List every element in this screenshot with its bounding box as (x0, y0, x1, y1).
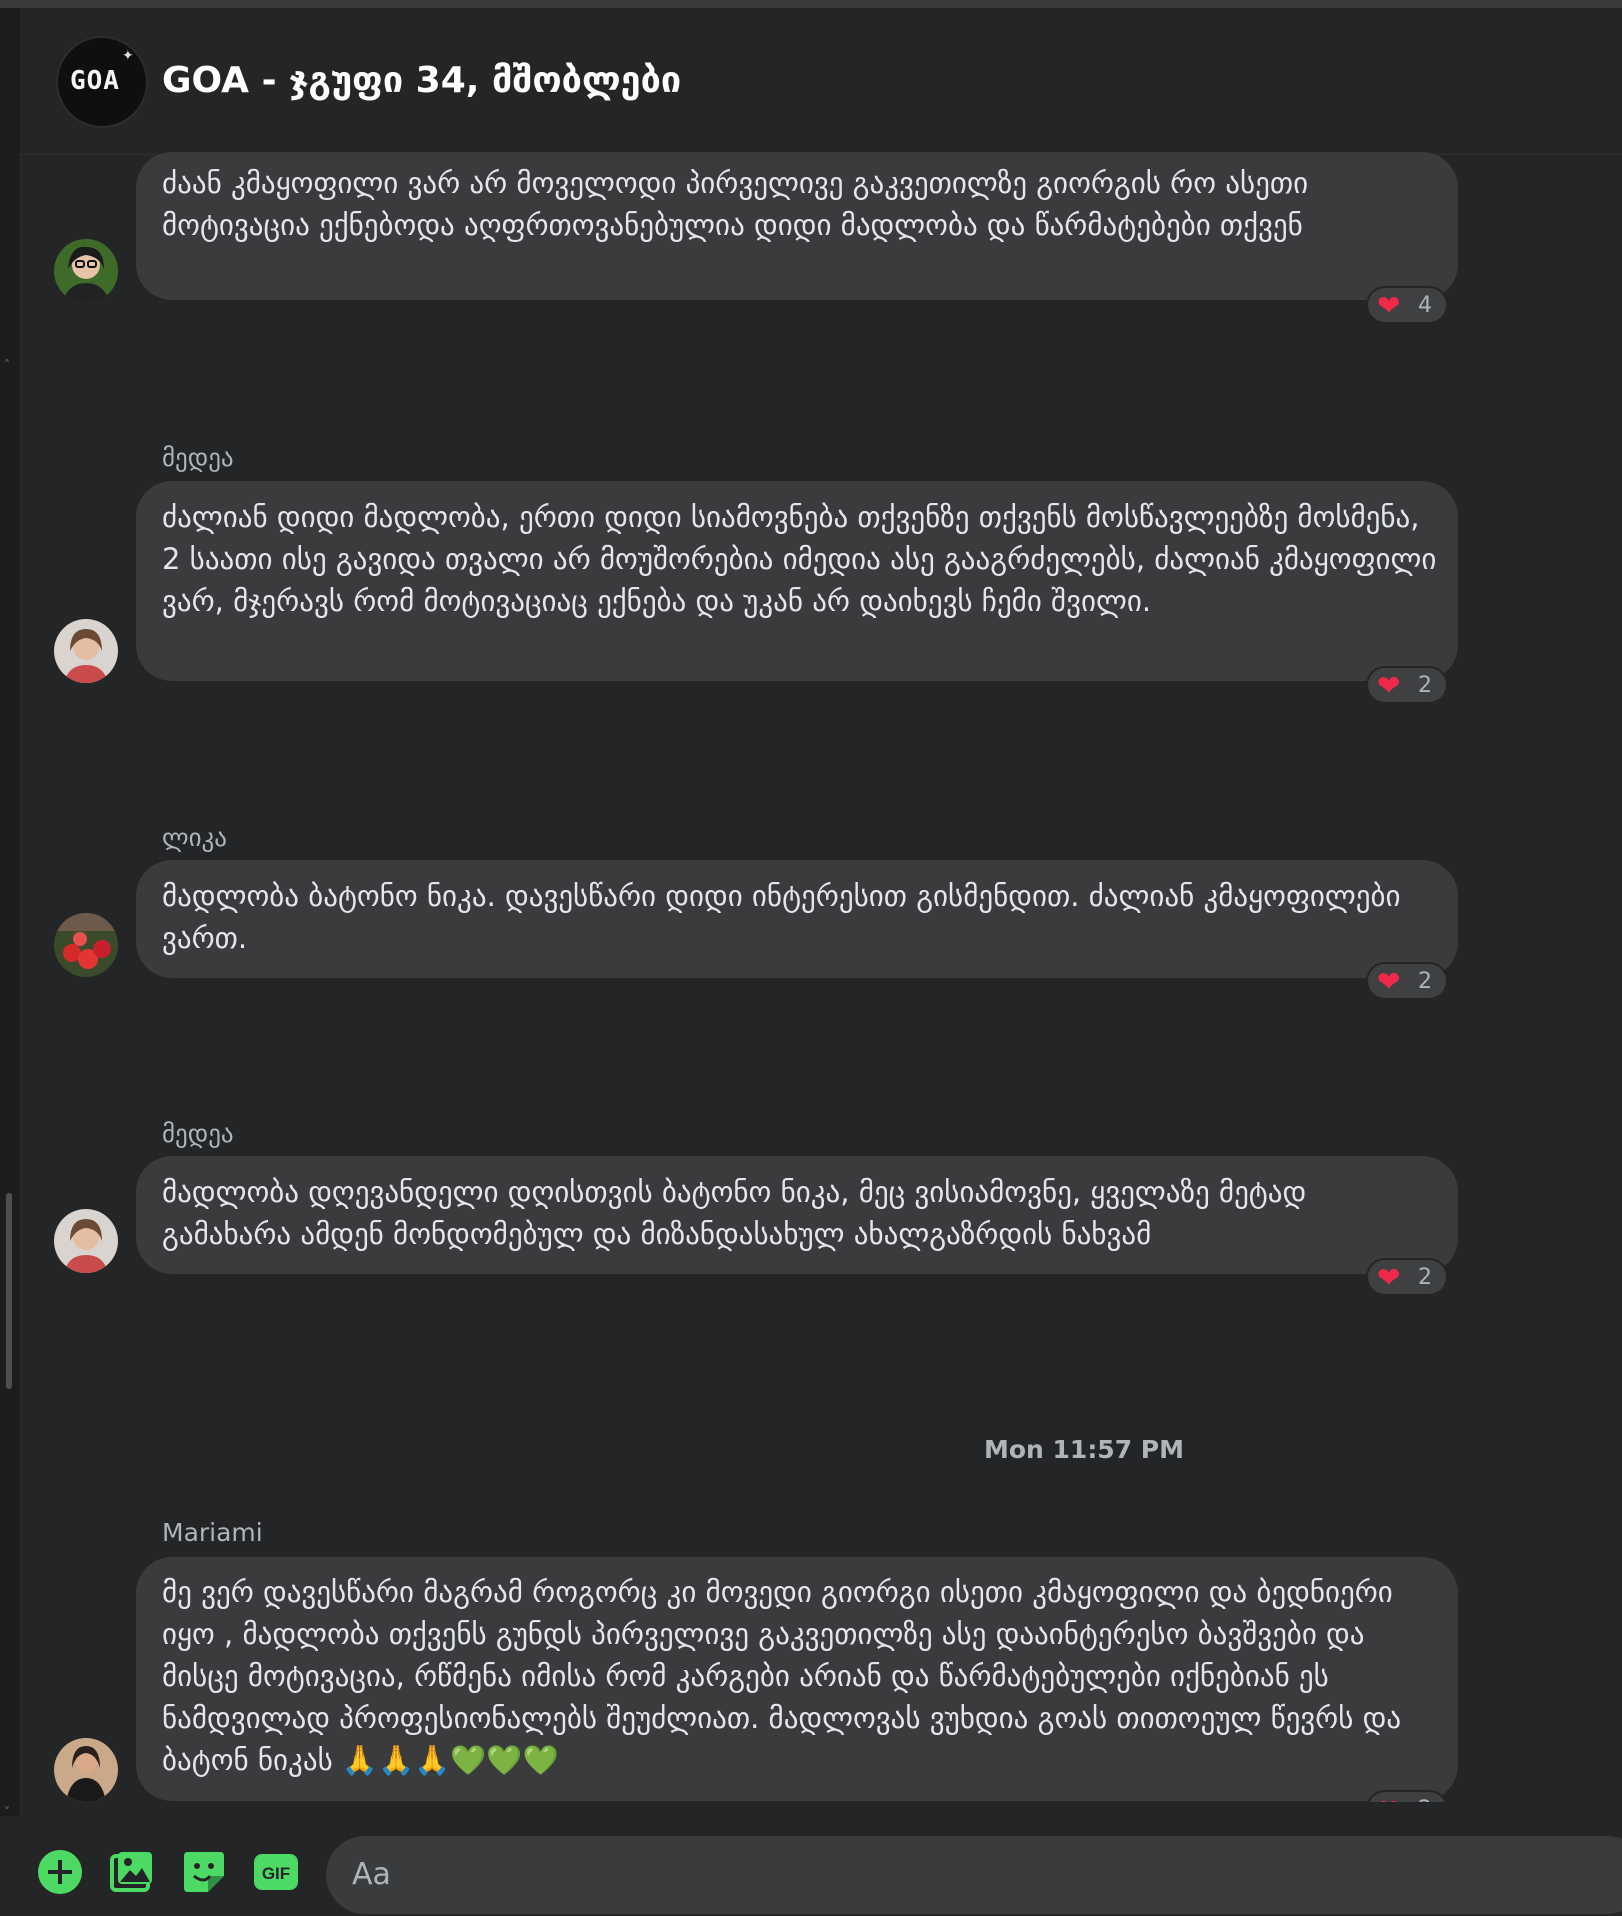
sender-name: მედეა (162, 443, 234, 472)
message-text: მე ვერ დავესწარი მაგრამ როგორც კი მოვედი… (162, 1575, 1402, 1777)
message-bubble[interactable]: მადლობა ბატონო ნიკა. დავესწარი დიდი ინტე… (136, 860, 1458, 978)
left-scroll-rail: ˄ ˅ (0, 8, 21, 1819)
sticker-icon[interactable] (180, 1848, 228, 1896)
reaction-badge[interactable]: ❤ 2 (1366, 1258, 1448, 1296)
avatar[interactable] (54, 1738, 118, 1802)
sender-name: Mariami (162, 1518, 263, 1547)
reaction-count: 2 (1418, 1265, 1432, 1290)
message-composer: GIF Aa (0, 1816, 1622, 1916)
avatar[interactable] (54, 913, 118, 977)
gif-icon[interactable]: GIF (252, 1848, 300, 1896)
heart-icon: ❤ (1377, 965, 1401, 998)
chat-header: GOA ✦ GOA - ჯგუფი 34, მშობლები (20, 8, 1622, 155)
scrollbar-thumb[interactable] (6, 1193, 12, 1389)
scroll-up-arrow-icon[interactable]: ˄ (4, 358, 10, 372)
message-input-placeholder: Aa (352, 1857, 391, 1892)
message-input[interactable]: Aa (326, 1836, 1622, 1914)
heart-icon: ❤ (1377, 289, 1401, 322)
sender-name: ლიკა (162, 823, 228, 852)
reaction-count: 2 (1418, 1797, 1432, 1802)
message-bubble[interactable]: მე ვერ დავესწარი მაგრამ როგორც კი მოვედი… (136, 1557, 1458, 1801)
reaction-badge[interactable]: ❤ 2 (1366, 1790, 1448, 1802)
reaction-count: 2 (1418, 969, 1432, 994)
logo-sparkle-icon: ✦ (122, 48, 134, 64)
group-logo-text: GOA (70, 66, 120, 96)
reaction-badge[interactable]: ❤ 2 (1366, 666, 1448, 704)
chat-title[interactable]: GOA - ჯგუფი 34, მშობლები (162, 60, 681, 101)
avatar[interactable] (54, 619, 118, 683)
avatar[interactable] (54, 1209, 118, 1273)
reaction-badge[interactable]: ❤ 2 (1366, 962, 1448, 1000)
plus-circle-icon[interactable] (36, 1848, 84, 1896)
message-bubble[interactable]: ძალიან დიდი მადლობა, ერთი დიდი სიამოვნებ… (136, 481, 1458, 681)
heart-icon: ❤ (1377, 1261, 1401, 1294)
message-text: ძალიან დიდი მადლობა, ერთი დიდი სიამოვნებ… (162, 500, 1437, 618)
group-avatar[interactable]: GOA ✦ (56, 36, 148, 128)
window-top-border (0, 0, 1622, 8)
message-text: მადლობა დღევანდელი დღისთვის ბატონო ნიკა,… (162, 1175, 1307, 1251)
heart-icon: ❤ (1377, 669, 1401, 702)
image-icon[interactable] (108, 1848, 156, 1896)
reaction-badge-clip: ❤ 2 (1366, 1790, 1448, 1802)
heart-icon: ❤ (1377, 1794, 1400, 1803)
timestamp-divider: Mon 11:57 PM (983, 1435, 1185, 1464)
message-bubble[interactable]: მადლობა დღევანდელი დღისთვის ბატონო ნიკა,… (136, 1156, 1458, 1274)
message-bubble[interactable]: ძაან კმაყოფილი ვარ არ მოველოდი პირველივე… (136, 152, 1458, 300)
reaction-count: 4 (1418, 293, 1432, 318)
sender-name: მედეა (162, 1119, 234, 1148)
gif-label: GIF (262, 1864, 290, 1883)
message-text: ძაან კმაყოფილი ვარ არ მოველოდი პირველივე… (162, 166, 1309, 242)
reaction-count: 2 (1418, 673, 1432, 698)
message-text: მადლობა ბატონო ნიკა. დავესწარი დიდი ინტე… (162, 879, 1401, 955)
avatar[interactable] (54, 239, 118, 303)
reaction-badge[interactable]: ❤ 4 (1366, 286, 1448, 324)
